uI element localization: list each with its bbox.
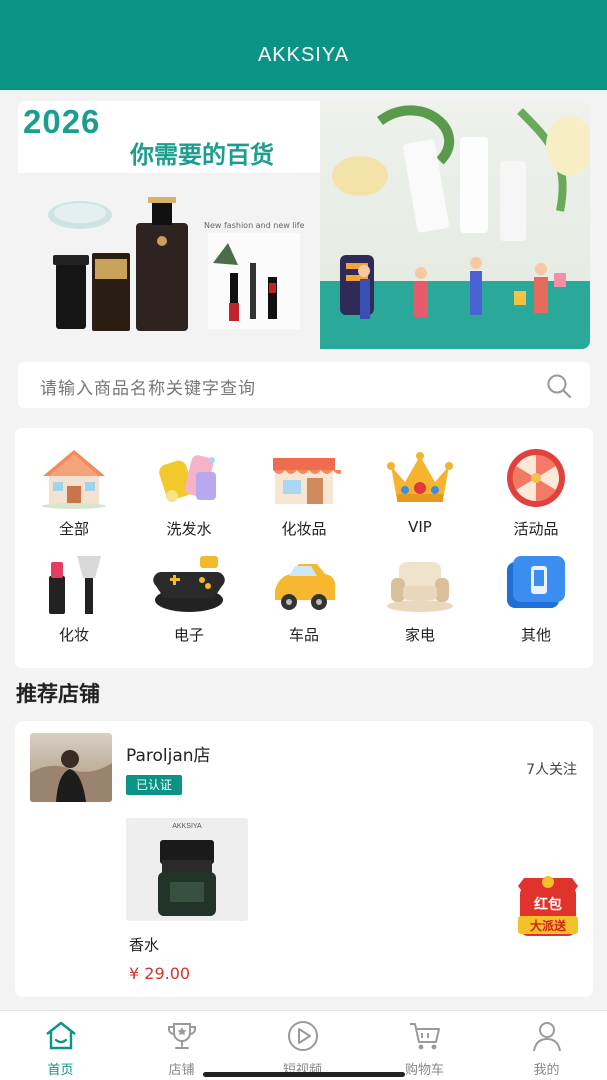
category-other[interactable]: 其他 <box>486 542 586 644</box>
trophy-icon <box>167 1023 196 1049</box>
tab-label: 我的 <box>533 1063 560 1078</box>
product-image[interactable]: AKKSIYA <box>126 818 248 921</box>
product-brand: AKKSIYA <box>172 823 202 830</box>
shop-name[interactable]: Paroljan店 <box>126 741 211 766</box>
category-all[interactable]: 全部 <box>24 436 124 538</box>
car-icon <box>275 564 336 610</box>
house-icon <box>42 450 106 509</box>
shop-avatar[interactable] <box>30 733 112 802</box>
category-car[interactable]: 车品 <box>254 542 354 644</box>
section-title: 推荐店铺 <box>16 682 100 706</box>
person-image <box>30 750 112 802</box>
play-icon <box>287 1021 318 1051</box>
red-packet-text: 红包 <box>534 896 562 913</box>
banner-year: 2026 <box>23 103 101 140</box>
product-price: ¥ 29.00 <box>129 964 191 983</box>
app-header: AKKSIYA <box>0 0 607 90</box>
store-icon <box>273 458 345 504</box>
sofa-icon <box>387 562 453 612</box>
category-label: 电子 <box>173 626 204 644</box>
tab-label: 首页 <box>47 1063 74 1078</box>
skincare-products-image <box>48 197 188 331</box>
tab-home[interactable]: 首页 <box>0 1011 121 1080</box>
category-label: 化妆品 <box>281 520 327 538</box>
search-bar[interactable]: 请输入商品名称关键字查询 <box>18 362 590 408</box>
category-shampoo[interactable]: 洗发水 <box>139 436 239 538</box>
prize-wheel-icon <box>507 449 565 507</box>
banner-tagline: New fashion and new life <box>204 221 305 230</box>
home-indicator <box>203 1072 405 1077</box>
user-icon <box>532 1022 561 1052</box>
app-title: AKKSIYA <box>257 44 350 66</box>
red-packet-button[interactable]: 红包 大派送 <box>510 864 586 940</box>
product-name[interactable]: 香水 <box>129 934 159 955</box>
category-vip[interactable]: VIP <box>370 436 470 536</box>
tab-short-video[interactable]: 短视频 <box>242 1011 363 1080</box>
bottom-tab-bar: 首页 店铺 短视频 购物车 我的 <box>0 1010 607 1080</box>
category-label: 其他 <box>520 626 551 644</box>
tab-me[interactable]: 我的 <box>486 1011 607 1080</box>
category-electronics[interactable]: 电子 <box>139 542 239 644</box>
tab-cart[interactable]: 购物车 <box>364 1011 485 1080</box>
category-makeup[interactable]: 化妆 <box>24 542 124 644</box>
banner-slogan: 你需要的百货 <box>130 141 274 169</box>
promo-banner[interactable]: 2026 你需要的百货 New fashion and new life <box>18 101 590 349</box>
shampoo-icon <box>159 455 216 502</box>
category-label: VIP <box>408 518 432 536</box>
shopping-illustration <box>332 105 590 319</box>
shop-card[interactable]: Paroljan店 已认证 7人关注 AKKSIYA 香水 ¥ 29.00 <box>15 721 593 997</box>
follower-count: 7人关注 <box>526 762 577 778</box>
verified-badge: 已认证 <box>126 775 183 795</box>
red-packet-subtext: 大派送 <box>530 918 567 933</box>
category-label: 车品 <box>288 626 319 644</box>
perfume-image: AKKSIYA <box>126 818 248 921</box>
gamepad-icon <box>153 556 225 612</box>
banner-right-panel <box>320 101 590 349</box>
cosmetics-image <box>208 233 300 329</box>
tab-shop[interactable]: 店铺 <box>121 1011 242 1080</box>
phone-box-icon <box>507 556 565 608</box>
category-appliances[interactable]: 家电 <box>370 542 470 644</box>
red-envelope-icon: 红包 大派送 <box>518 876 578 936</box>
category-label: 化妆 <box>58 626 89 644</box>
category-grid: 全部 洗发水 化妆品 VIP 活动品 化妆 电子 车品 家电 其他 <box>15 428 593 668</box>
banner-left-panel: 2026 你需要的百货 New fashion and new life <box>18 101 320 349</box>
crown-icon <box>387 452 453 502</box>
home-icon <box>45 1021 76 1050</box>
category-activity[interactable]: 活动品 <box>486 436 586 538</box>
search-input[interactable]: 请输入商品名称关键字查询 <box>40 374 256 399</box>
category-label: 家电 <box>404 626 435 644</box>
cart-icon <box>409 1023 440 1050</box>
makeup-brush-icon <box>49 556 101 614</box>
category-cosmetics[interactable]: 化妆品 <box>254 436 354 538</box>
search-icon[interactable] <box>546 373 572 399</box>
category-label: 全部 <box>58 520 89 538</box>
category-label: 活动品 <box>513 520 559 538</box>
category-label: 洗发水 <box>166 520 212 538</box>
